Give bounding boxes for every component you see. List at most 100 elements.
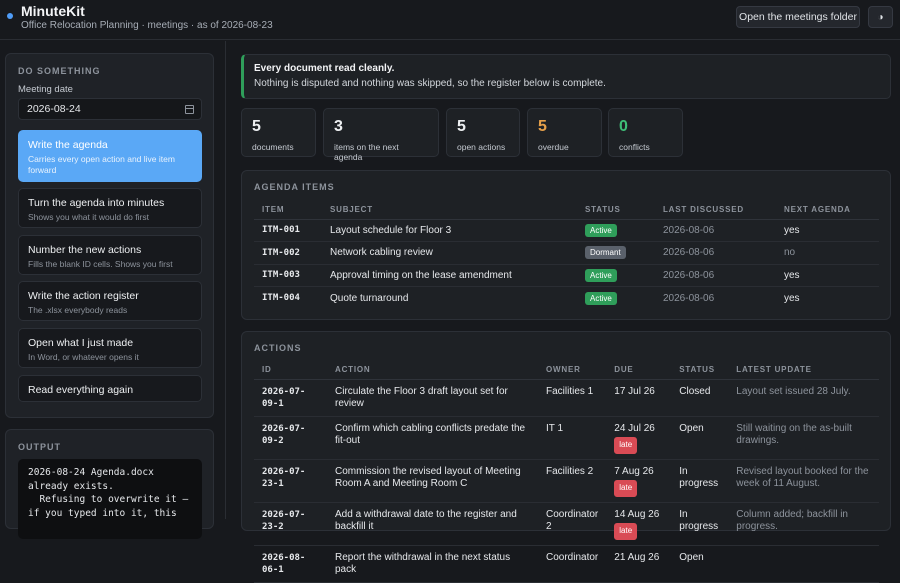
agenda-to-minutes-button[interactable]: Turn the agenda into minutes Shows you w… bbox=[18, 188, 202, 228]
button-title: Number the new actions bbox=[28, 244, 142, 256]
latest-update: Still waiting on the as-built drawings. bbox=[728, 416, 879, 460]
item-subject: Quote turnaround bbox=[330, 292, 409, 304]
stat-value: 5 bbox=[252, 118, 261, 135]
last-discussed: 2026-08-06 bbox=[655, 219, 776, 242]
last-discussed: 2026-08-06 bbox=[655, 241, 776, 265]
stat-label: open actions bbox=[457, 142, 506, 152]
due-date: 21 Aug 26 bbox=[614, 551, 660, 563]
column-header: ITEM bbox=[254, 201, 322, 220]
status-notice: Every document read cleanly. Nothing is … bbox=[241, 54, 891, 99]
stat-label: conflicts bbox=[619, 142, 650, 152]
stat-value: 0 bbox=[619, 118, 628, 135]
button-title: Write the agenda bbox=[28, 139, 108, 151]
stat-documents: 5 documents bbox=[241, 108, 316, 157]
calendar-icon[interactable] bbox=[185, 105, 194, 114]
button-title: Turn the agenda into minutes bbox=[28, 197, 165, 209]
action-id: 2026-07-09-1 bbox=[254, 379, 327, 417]
table-header-row: ITEM SUBJECT STATUS LAST DISCUSSED NEXT … bbox=[254, 201, 879, 220]
table-row[interactable]: ITM-004 Quote turnaround Active 2026-08-… bbox=[254, 287, 879, 310]
open-last-made-button[interactable]: Open what I just made In Word, or whatev… bbox=[18, 328, 202, 368]
latest-update: Layout set issued 28 July. bbox=[728, 379, 879, 417]
write-agenda-button[interactable]: Write the agenda Carries every open acti… bbox=[18, 130, 202, 182]
table-header-row: ID ACTION OWNER DUE STATUS LATEST UPDATE bbox=[254, 361, 879, 380]
column-header: ID bbox=[254, 361, 327, 380]
item-subject: Layout schedule for Floor 3 bbox=[322, 219, 577, 242]
action-status: Closed bbox=[671, 379, 729, 417]
table-row[interactable]: ITM-002 Network cabling review Dormant 2… bbox=[254, 241, 879, 265]
table-row[interactable]: ITM-003 Approval timing on the lease ame… bbox=[254, 264, 879, 287]
stat-label: documents bbox=[252, 142, 294, 152]
card-title: ACTIONS bbox=[254, 343, 302, 353]
output-title: OUTPUT bbox=[18, 442, 61, 452]
table-row[interactable]: 2026-07-23-1 Commission the revised layo… bbox=[254, 459, 879, 503]
stat-conflicts: 0 conflicts bbox=[608, 108, 683, 157]
due-date: 17 Jul 26 bbox=[614, 385, 655, 397]
button-title: Write the action register bbox=[28, 290, 139, 302]
action-status: In progress bbox=[671, 502, 729, 546]
meeting-date-label: Meeting date bbox=[18, 84, 73, 95]
status-badge: Dormant bbox=[585, 246, 626, 260]
action-text: Report the withdrawal in the next status… bbox=[327, 545, 538, 583]
action-text: Circulate the Floor 3 draft layout set f… bbox=[327, 379, 538, 417]
card-title: AGENDA ITEMS bbox=[254, 182, 335, 192]
latest-update: Revised layout booked for the week of 11… bbox=[728, 459, 879, 503]
action-id: 2026-07-23-1 bbox=[254, 459, 327, 503]
stat-open-actions: 5 open actions bbox=[446, 108, 520, 157]
button-title: Read everything again bbox=[28, 384, 134, 396]
stat-value: 5 bbox=[538, 118, 547, 135]
notice-heading: Every document read cleanly. bbox=[254, 63, 395, 74]
meeting-date-input[interactable]: 2026-08-24 bbox=[18, 98, 202, 120]
number-actions-button[interactable]: Number the new actions Fills the blank I… bbox=[18, 235, 202, 275]
app-subtitle: Office Relocation Planning · meetings · … bbox=[21, 20, 273, 31]
status-badge: Active bbox=[585, 291, 617, 305]
next-agenda: yes bbox=[784, 292, 800, 304]
due-date: 24 Jul 26 bbox=[614, 422, 655, 434]
stat-overdue: 5 overdue bbox=[527, 108, 602, 157]
action-status: Open bbox=[671, 416, 729, 460]
last-discussed: 2026-08-06 bbox=[655, 264, 776, 287]
latest-update: Column added; backfill in progress. bbox=[728, 502, 879, 546]
status-dot-icon bbox=[7, 13, 13, 19]
column-header: STATUS bbox=[671, 361, 729, 380]
status-badge: Active bbox=[585, 268, 617, 282]
table-row[interactable]: 2026-07-09-2 Confirm which cabling confl… bbox=[254, 416, 879, 460]
action-owner: IT 1 bbox=[538, 416, 607, 460]
late-badge: late bbox=[614, 523, 638, 540]
late-badge: late bbox=[614, 437, 638, 454]
actions-table: ID ACTION OWNER DUE STATUS LATEST UPDATE… bbox=[254, 361, 879, 583]
table-row[interactable]: 2026-08-06-1 Report the withdrawal in th… bbox=[254, 545, 879, 583]
button-description: Carries every open action and live item … bbox=[28, 154, 175, 175]
late-badge: late bbox=[614, 480, 638, 497]
stat-label: items on the next agenda bbox=[334, 142, 399, 162]
latest-update bbox=[728, 545, 879, 583]
column-header: NEXT AGENDA bbox=[776, 201, 879, 220]
app-title: MinuteKit bbox=[21, 3, 85, 19]
item-id: ITM-004 bbox=[262, 293, 300, 303]
do-something-panel: DO SOMETHING Meeting date 2026-08-24 Wri… bbox=[5, 53, 214, 418]
theme-toggle-icon[interactable]: ◑ bbox=[868, 6, 893, 28]
write-action-register-button[interactable]: Write the action register The .xlsx ever… bbox=[18, 281, 202, 321]
column-header: ACTION bbox=[327, 361, 538, 380]
panel-title: DO SOMETHING bbox=[18, 66, 101, 76]
read-everything-button[interactable]: Read everything again bbox=[18, 375, 202, 402]
table-row[interactable]: 2026-07-23-2 Add a withdrawal date to th… bbox=[254, 502, 879, 546]
output-log: 2026-08-24 Agenda.docx already exists. R… bbox=[18, 459, 202, 539]
due-date: 14 Aug 26 bbox=[614, 508, 660, 520]
button-title: Open what I just made bbox=[28, 337, 134, 349]
actions-card: ACTIONS ID ACTION OWNER DUE STATUS LATES… bbox=[241, 331, 891, 583]
table-row[interactable]: ITM-001 Layout schedule for Floor 3 Acti… bbox=[254, 219, 879, 242]
open-meetings-folder-button[interactable]: Open the meetings folder bbox=[736, 6, 860, 28]
action-owner: Coordinator 2 bbox=[538, 502, 607, 546]
action-owner: Facilities 2 bbox=[538, 459, 607, 503]
item-id: ITM-001 bbox=[254, 219, 322, 242]
action-text: Add a withdrawal date to the register an… bbox=[327, 502, 538, 546]
action-text: Confirm which cabling conflicts predate … bbox=[327, 416, 538, 460]
notice-text: Nothing is disputed and nothing was skip… bbox=[254, 78, 606, 89]
table-row[interactable]: 2026-07-09-1 Circulate the Floor 3 draft… bbox=[254, 379, 879, 417]
item-id: ITM-002 bbox=[254, 241, 322, 265]
item-id: ITM-003 bbox=[254, 264, 322, 287]
output-panel: OUTPUT 2026-08-24 Agenda.docx already ex… bbox=[5, 429, 214, 539]
button-description: Shows you what it would do first bbox=[28, 212, 149, 222]
column-header: OWNER bbox=[538, 361, 607, 380]
meeting-date-value: 2026-08-24 bbox=[27, 103, 81, 115]
